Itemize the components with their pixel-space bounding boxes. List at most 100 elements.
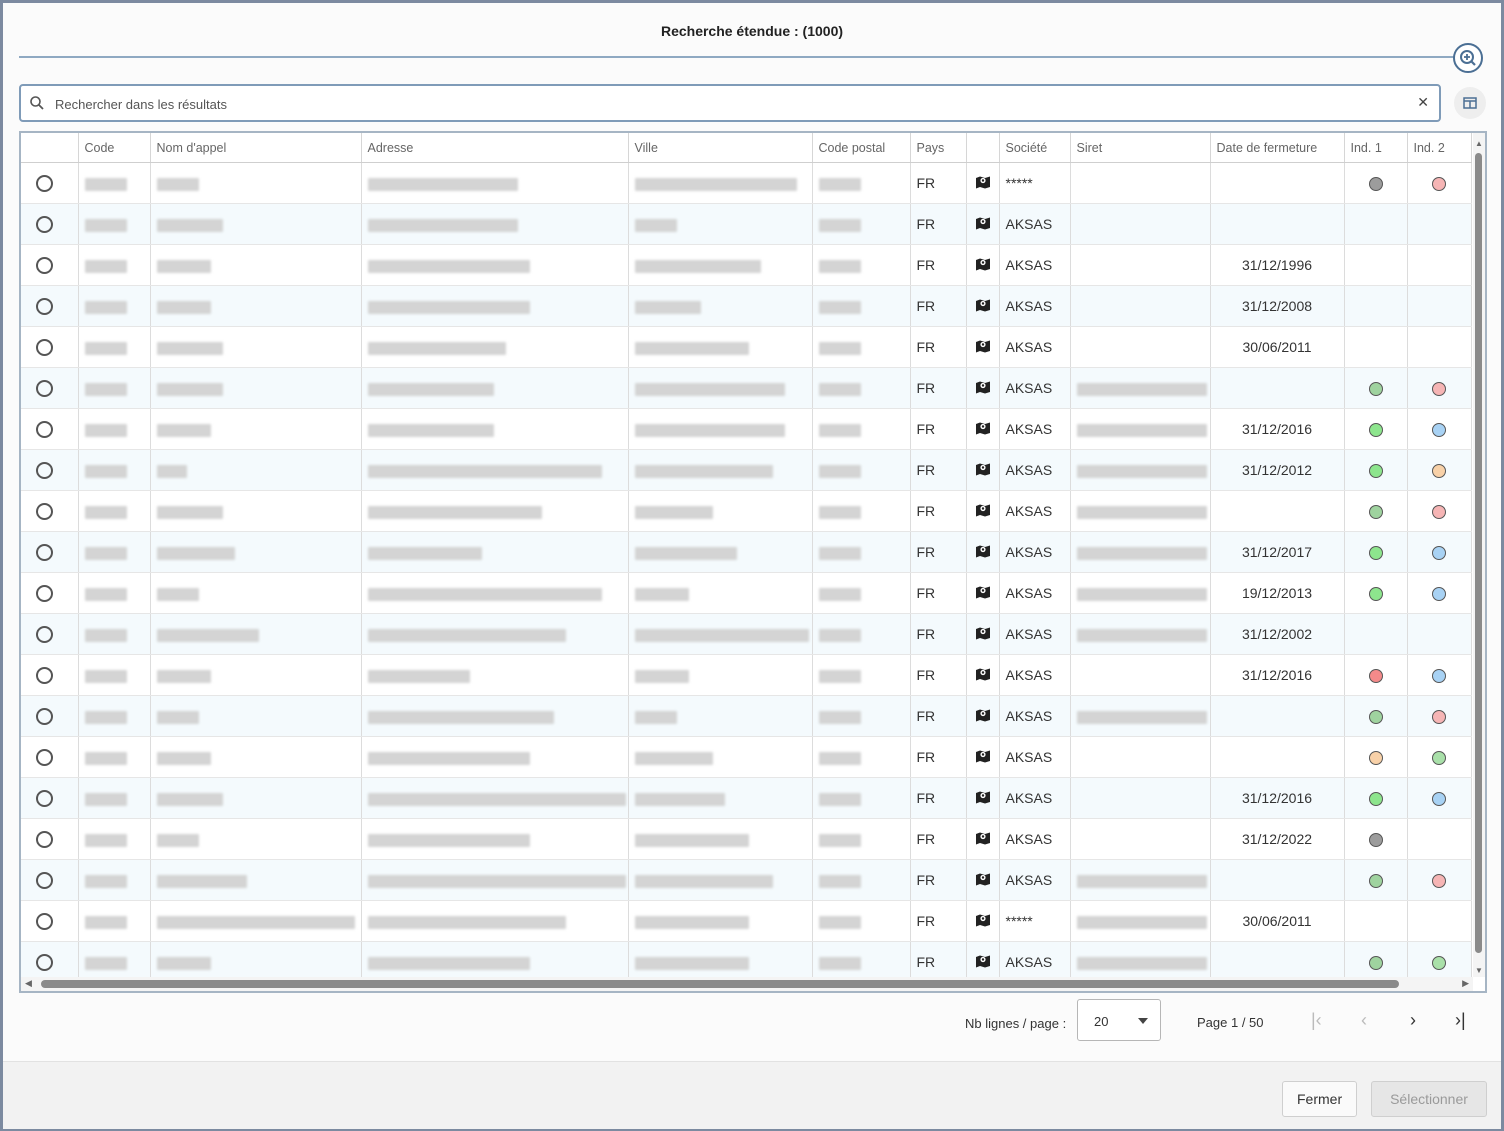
row-radio[interactable]: [36, 338, 53, 356]
map-cell[interactable]: [966, 244, 1000, 286]
horizontal-scrollbar[interactable]: ◀ ▶: [21, 977, 1473, 991]
map-icon[interactable]: [975, 831, 991, 845]
search-input[interactable]: [53, 93, 1397, 115]
row-radio[interactable]: [36, 461, 53, 479]
row-select-cell[interactable]: [21, 367, 79, 409]
map-cell[interactable]: [966, 613, 1000, 655]
map-cell[interactable]: [966, 777, 1000, 819]
row-radio[interactable]: [36, 215, 53, 233]
map-icon[interactable]: [975, 175, 991, 189]
map-icon[interactable]: [975, 872, 991, 886]
map-cell[interactable]: [966, 203, 1000, 245]
row-radio[interactable]: [36, 584, 53, 602]
row-select-cell[interactable]: [21, 818, 79, 860]
table-row[interactable]: FR AKSAS 31/12/2016: [21, 777, 1472, 819]
table-row[interactable]: FR AKSAS 31/12/2002: [21, 613, 1472, 655]
map-icon[interactable]: [975, 790, 991, 804]
column-header[interactable]: Ville: [628, 133, 813, 163]
rows-per-page-select[interactable]: 20: [1077, 999, 1161, 1041]
map-cell[interactable]: [966, 326, 1000, 368]
map-icon[interactable]: [975, 708, 991, 722]
row-select-cell[interactable]: [21, 859, 79, 901]
column-chooser-button[interactable]: [1454, 87, 1486, 119]
table-row[interactable]: FR AKSAS: [21, 859, 1472, 901]
row-select-cell[interactable]: [21, 613, 79, 655]
column-header[interactable]: Ind. 1: [1344, 133, 1408, 163]
row-select-cell[interactable]: [21, 326, 79, 368]
row-radio[interactable]: [36, 953, 53, 971]
table-row[interactable]: FR ***** 30/06/2011: [21, 900, 1472, 942]
row-radio[interactable]: [36, 707, 53, 725]
table-row[interactable]: FR AKSAS 30/06/2011: [21, 326, 1472, 368]
row-radio[interactable]: [36, 666, 53, 684]
row-select-cell[interactable]: [21, 572, 79, 614]
row-select-cell[interactable]: [21, 490, 79, 532]
next-page-icon[interactable]: ›: [1410, 1010, 1416, 1031]
table-row[interactable]: FR AKSAS 31/12/2016: [21, 654, 1472, 696]
row-select-cell[interactable]: [21, 162, 79, 204]
row-select-cell[interactable]: [21, 285, 79, 327]
row-select-cell[interactable]: [21, 695, 79, 737]
row-radio[interactable]: [36, 297, 53, 315]
row-radio[interactable]: [36, 830, 53, 848]
map-cell[interactable]: [966, 654, 1000, 696]
scroll-up-icon[interactable]: ▲: [1475, 139, 1483, 148]
table-row[interactable]: FR AKSAS: [21, 490, 1472, 532]
column-header[interactable]: Ind. 2: [1407, 133, 1472, 163]
vertical-scrollbar[interactable]: ▲ ▼: [1473, 133, 1485, 977]
map-cell[interactable]: [966, 818, 1000, 860]
table-row[interactable]: FR AKSAS: [21, 367, 1472, 409]
row-select-cell[interactable]: [21, 408, 79, 450]
row-radio[interactable]: [36, 912, 53, 930]
column-header[interactable]: [21, 133, 79, 163]
row-radio[interactable]: [36, 543, 53, 561]
row-select-cell[interactable]: [21, 244, 79, 286]
map-icon[interactable]: [975, 298, 991, 312]
map-icon[interactable]: [975, 339, 991, 353]
map-cell[interactable]: [966, 490, 1000, 532]
scroll-down-icon[interactable]: ▼: [1475, 966, 1483, 975]
column-header[interactable]: Code postal: [812, 133, 911, 163]
map-cell[interactable]: [966, 531, 1000, 573]
map-cell[interactable]: [966, 408, 1000, 450]
map-icon[interactable]: [975, 257, 991, 271]
map-icon[interactable]: [975, 626, 991, 640]
close-button[interactable]: Fermer: [1282, 1081, 1358, 1117]
map-icon[interactable]: [975, 380, 991, 394]
table-row[interactable]: FR AKSAS 31/12/2022: [21, 818, 1472, 860]
column-header[interactable]: Code: [78, 133, 151, 163]
map-icon[interactable]: [975, 503, 991, 517]
map-cell[interactable]: [966, 449, 1000, 491]
table-row[interactable]: FR AKSAS 31/12/1996: [21, 244, 1472, 286]
map-icon[interactable]: [975, 954, 991, 968]
map-icon[interactable]: [975, 421, 991, 435]
row-radio[interactable]: [36, 174, 53, 192]
table-row[interactable]: FR AKSAS 31/12/2016: [21, 408, 1472, 450]
zoom-in-button[interactable]: [1453, 43, 1483, 73]
map-icon[interactable]: [975, 749, 991, 763]
table-row[interactable]: FR AKSAS 31/12/2012: [21, 449, 1472, 491]
map-cell[interactable]: [966, 736, 1000, 778]
row-radio[interactable]: [36, 502, 53, 520]
row-radio[interactable]: [36, 789, 53, 807]
horizontal-scroll-thumb[interactable]: [41, 980, 1399, 988]
map-icon[interactable]: [975, 913, 991, 927]
row-select-cell[interactable]: [21, 531, 79, 573]
row-radio[interactable]: [36, 871, 53, 889]
row-select-cell[interactable]: [21, 654, 79, 696]
row-radio[interactable]: [36, 625, 53, 643]
map-cell[interactable]: [966, 695, 1000, 737]
map-icon[interactable]: [975, 667, 991, 681]
map-cell[interactable]: [966, 367, 1000, 409]
row-select-cell[interactable]: [21, 203, 79, 245]
row-select-cell[interactable]: [21, 736, 79, 778]
row-radio[interactable]: [36, 379, 53, 397]
map-cell[interactable]: [966, 572, 1000, 614]
prev-page-icon[interactable]: ‹: [1361, 1010, 1367, 1031]
row-radio[interactable]: [36, 420, 53, 438]
first-page-icon[interactable]: |‹: [1311, 1010, 1322, 1031]
table-row[interactable]: FR AKSAS: [21, 736, 1472, 778]
column-header[interactable]: Nom d'appel: [150, 133, 362, 163]
map-cell[interactable]: [966, 162, 1000, 204]
map-icon[interactable]: [975, 544, 991, 558]
